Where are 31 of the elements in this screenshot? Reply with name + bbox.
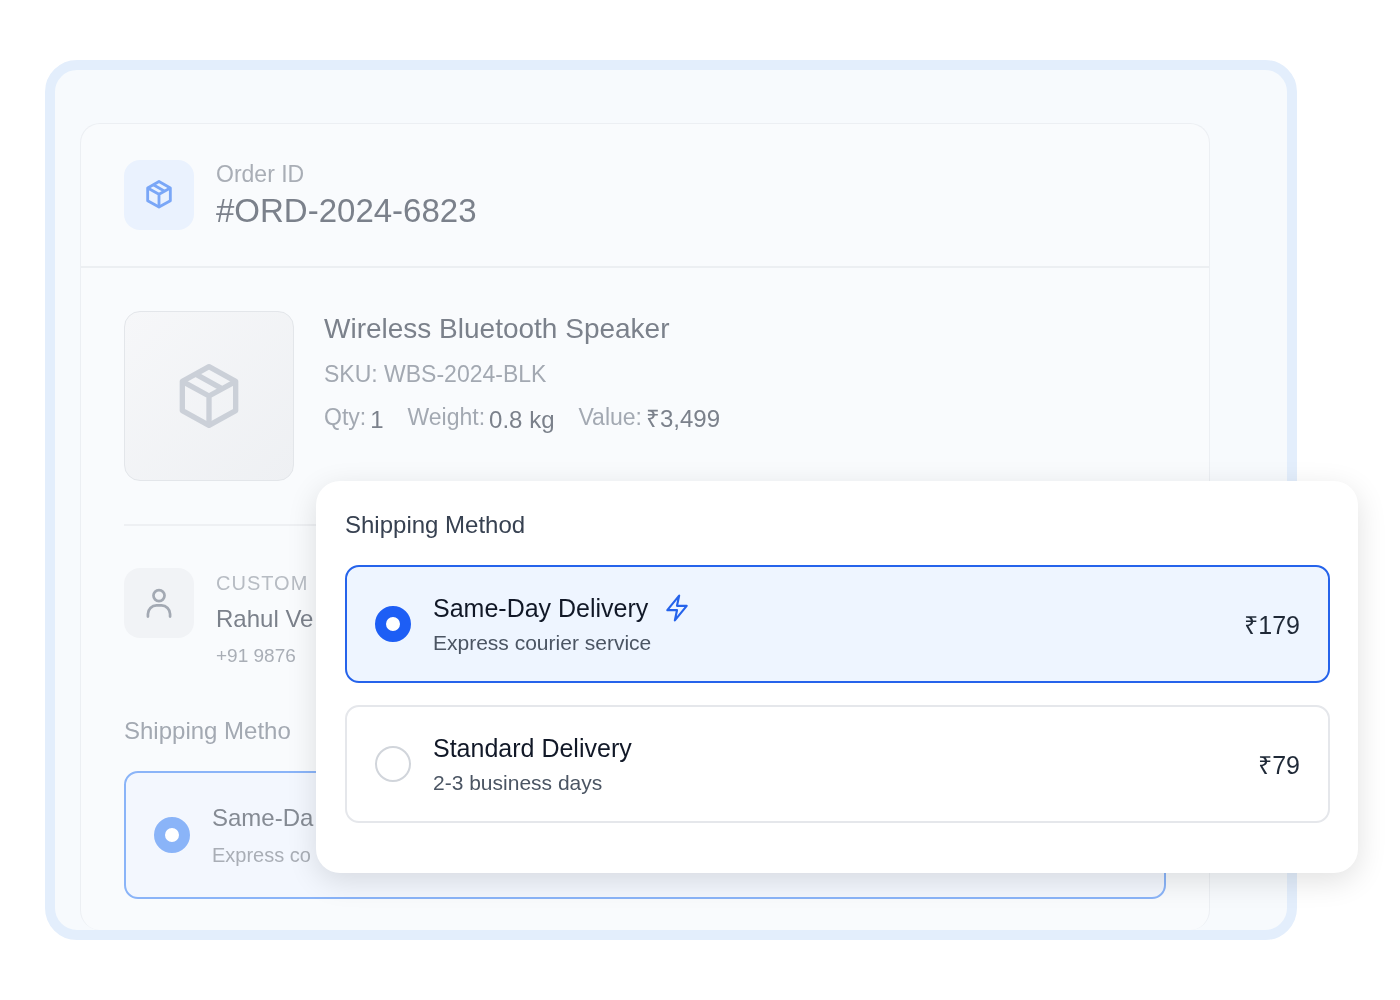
box-icon xyxy=(177,362,241,430)
customer-name: Rahul Ve xyxy=(216,605,314,633)
box-icon xyxy=(124,160,194,230)
spec-value: 1 xyxy=(370,406,384,434)
customer-phone: +91 9876 xyxy=(216,645,297,667)
lightning-icon xyxy=(664,594,691,622)
spec-label: Weight: xyxy=(407,404,486,431)
product-sku: SKU: WBS-2024-BLK xyxy=(324,361,548,388)
shipping-option[interactable]: Standard Delivery 2-3 business days ₹79 xyxy=(345,705,1330,823)
spec-label: Qty: xyxy=(324,404,367,431)
shipping-option[interactable]: Same-Day Delivery Express courier service ₹179 xyxy=(345,565,1330,683)
order-id: #ORD-2024-6823 xyxy=(216,191,477,230)
section-title: Shipping Metho xyxy=(124,717,292,745)
option-price: ₹79 xyxy=(1258,750,1300,781)
radio-button[interactable] xyxy=(154,817,190,853)
option-name: Standard Delivery xyxy=(433,733,632,763)
popup-title: Shipping Method xyxy=(345,511,527,539)
spec-value: ₹3,499 xyxy=(646,404,721,434)
option-detail: Express co xyxy=(212,843,312,867)
user-icon xyxy=(124,568,194,638)
option-detail: Express courier service xyxy=(433,630,653,655)
spec-label: Value: xyxy=(578,404,642,431)
option-name: Same-Da xyxy=(212,803,314,832)
radio-button[interactable] xyxy=(375,606,411,642)
spec-value: 0.8 kg xyxy=(489,406,555,434)
option-detail: 2-3 business days xyxy=(433,770,604,795)
product-name: Wireless Bluetooth Speaker xyxy=(324,313,671,345)
order-id-label: Order ID xyxy=(216,160,306,188)
customer-label: CUSTOM xyxy=(216,572,310,595)
option-name: Same-Day Delivery xyxy=(433,593,649,623)
option-price: ₹179 xyxy=(1244,610,1300,641)
